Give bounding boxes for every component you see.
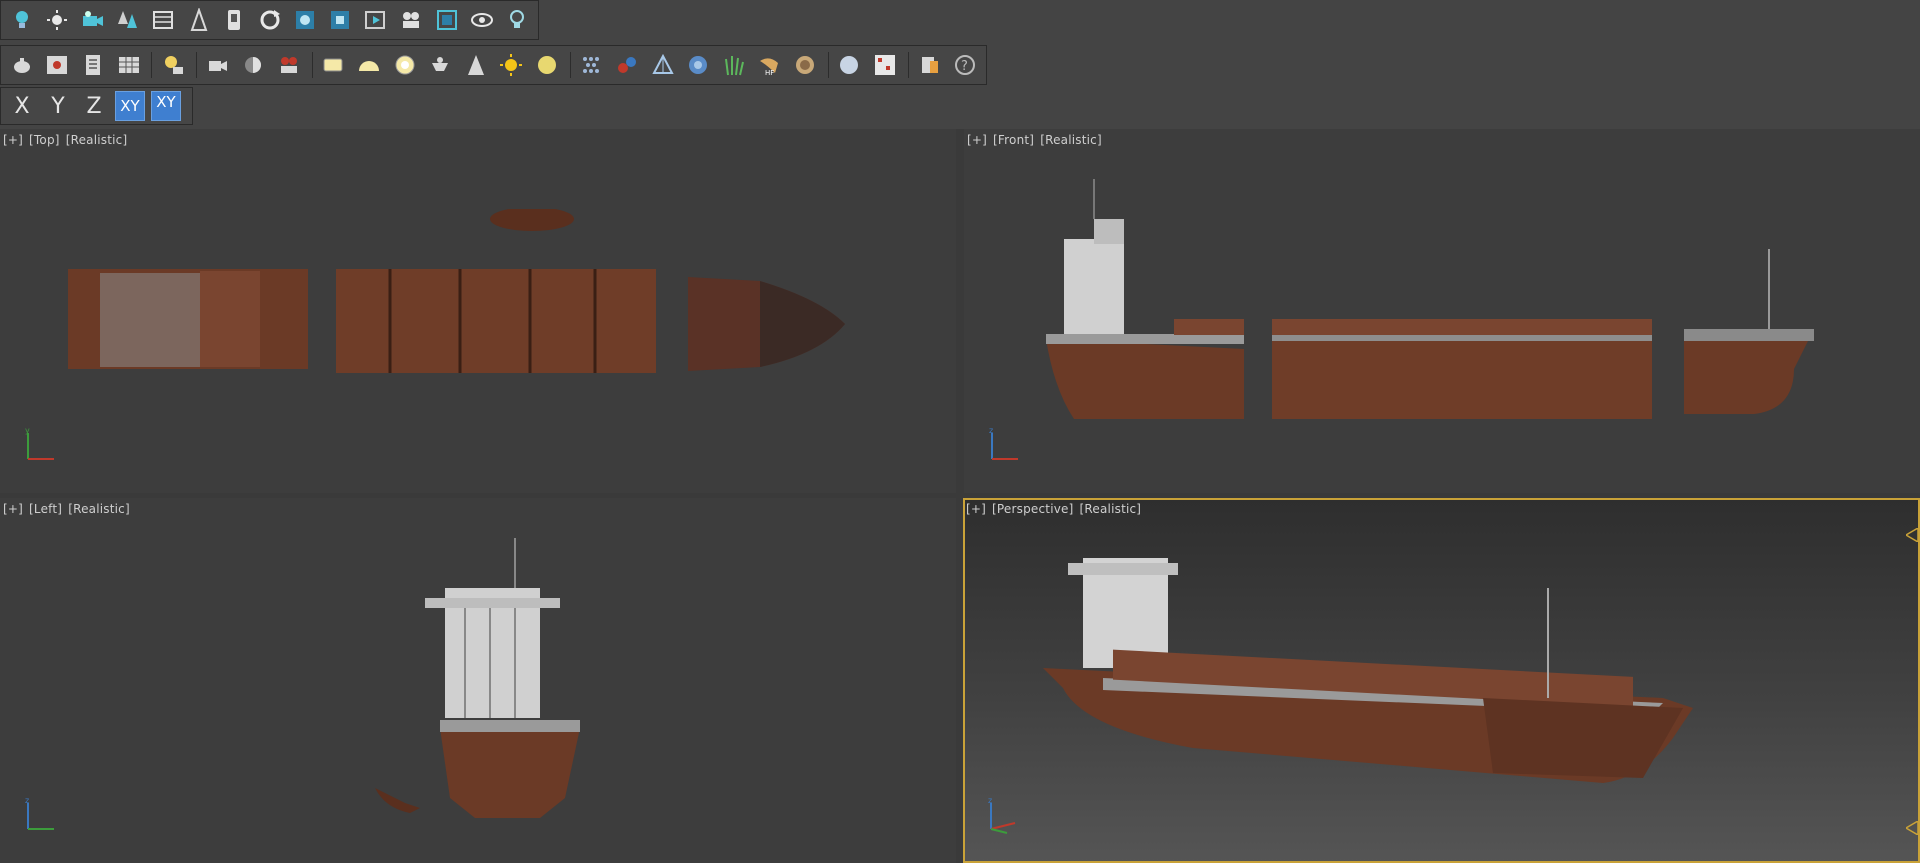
viewport-menu-plus[interactable]: [+] [3,502,23,516]
teapot-icon[interactable] [7,50,37,80]
svg-text:z: z [989,427,993,435]
render-toolbar: HF ? [0,45,987,85]
eye-icon[interactable] [467,5,496,35]
render-frame-icon[interactable] [149,5,178,35]
sunlight-icon[interactable] [496,50,526,80]
sphere-light-icon[interactable] [390,50,420,80]
viewport-label[interactable]: [+] [Perspective] [Realistic] [966,502,1143,516]
asset-browser-icon[interactable] [870,50,900,80]
refresh-icon[interactable] [255,5,284,35]
viewport-shading-mode[interactable]: [Realistic] [1080,502,1142,516]
molecule-icon[interactable] [612,50,642,80]
viewport-icon[interactable] [432,5,461,35]
ambient-light-icon[interactable] [532,50,562,80]
top-viewport[interactable]: [+] [Top] [Realistic] y [0,129,956,493]
geometry-icon[interactable] [184,5,213,35]
render-setup-icon[interactable] [43,50,73,80]
svg-text:HF: HF [765,69,774,77]
toolbar-separator [311,52,313,78]
viewport-edge-marker-bottom [1906,821,1918,835]
viewport-edge-marker-top [1906,528,1918,542]
viewport-area: [+] [Top] [Realistic] y [+] [Front] [Rea… [0,129,1920,863]
frame-buffer-icon[interactable] [361,5,390,35]
clipper-icon[interactable] [915,50,945,80]
texture-icon[interactable] [683,50,713,80]
viewport-view-name[interactable]: [Front] [993,133,1034,147]
xy-plane-button[interactable]: XY [115,91,145,121]
svg-text:?: ? [961,59,968,74]
y-axis-button[interactable]: Y [43,91,73,121]
camera-film-icon[interactable] [203,50,233,80]
viewport-label[interactable]: [+] [Top] [Realistic] [3,133,129,147]
help-icon[interactable]: ? [950,50,980,80]
spot-light-icon[interactable] [461,50,491,80]
viewport-shading-mode[interactable]: [Realistic] [68,502,130,516]
shell-icon[interactable] [790,50,820,80]
axis-constraints-toolbar: X Y Z XY XY [0,87,193,125]
camera-icon[interactable] [78,5,107,35]
ship-model-left-view[interactable] [365,538,595,828]
axis-gizmo: z [25,797,54,830]
material-editor-icon[interactable] [290,5,319,35]
ship-model-perspective-view[interactable] [1043,528,1783,828]
plane-light-icon[interactable] [319,50,349,80]
light-bulb-icon[interactable] [7,5,36,35]
fur-icon[interactable] [577,50,607,80]
axis-gizmo: z [988,797,1016,834]
lightbulb-outline-icon[interactable] [503,5,532,35]
viewport-menu-plus[interactable]: [+] [3,133,23,147]
viewport-view-name[interactable]: [Perspective] [992,502,1073,516]
viewport-view-name[interactable]: [Left] [29,502,62,516]
front-viewport[interactable]: [+] [Front] [Realistic] z [964,129,1920,493]
svg-text:z: z [988,797,992,805]
axis-gizmo: y [25,427,54,460]
viewport-menu-plus[interactable]: [+] [967,133,987,147]
grass-icon[interactable] [719,50,749,80]
viewport-shading-mode[interactable]: [Realistic] [66,133,128,147]
grid-table-icon[interactable] [114,50,144,80]
z-axis-button[interactable]: Z [79,91,109,121]
svg-text:y: y [25,427,30,435]
toolbar-separator [569,52,571,78]
viewport-menu-plus[interactable]: [+] [966,502,986,516]
light-lister-icon[interactable] [158,50,188,80]
left-viewport[interactable]: [+] [Left] [Realistic] z [0,498,956,863]
perspective-viewport[interactable]: [+] [Perspective] [Realistic] z [963,498,1920,863]
toolbar-separator [195,52,197,78]
list-icon[interactable] [78,50,108,80]
animation-icon[interactable] [396,5,425,35]
proxy-icon[interactable] [219,5,248,35]
viewport-view-name[interactable]: [Top] [29,133,60,147]
sphere-material-icon[interactable] [835,50,865,80]
ies-light-icon[interactable] [425,50,455,80]
axis-gizmo: z [989,427,1018,460]
xy-snap-button[interactable]: XY [151,91,181,121]
exposure-icon[interactable] [238,50,268,80]
x-axis-button[interactable]: X [7,91,37,121]
toolbar-separator [827,52,829,78]
main-toolbar [0,0,539,40]
svg-text:z: z [25,797,29,805]
viewport-label[interactable]: [+] [Left] [Realistic] [3,502,132,516]
ship-model-front-view[interactable] [1034,179,1854,429]
dome-light-icon[interactable] [354,50,384,80]
foliage-icon[interactable] [113,5,142,35]
render-region-icon[interactable] [326,5,355,35]
video-camera-icon[interactable] [274,50,304,80]
viewport-shading-mode[interactable]: [Realistic] [1040,133,1102,147]
hair-icon[interactable]: HF [755,50,785,80]
viewport-label[interactable]: [+] [Front] [Realistic] [967,133,1104,147]
toolbar-separator [151,52,153,78]
ship-model-top-view[interactable] [60,209,900,399]
toolbar-separator [907,52,909,78]
sun-icon[interactable] [42,5,71,35]
decal-icon[interactable] [648,50,678,80]
